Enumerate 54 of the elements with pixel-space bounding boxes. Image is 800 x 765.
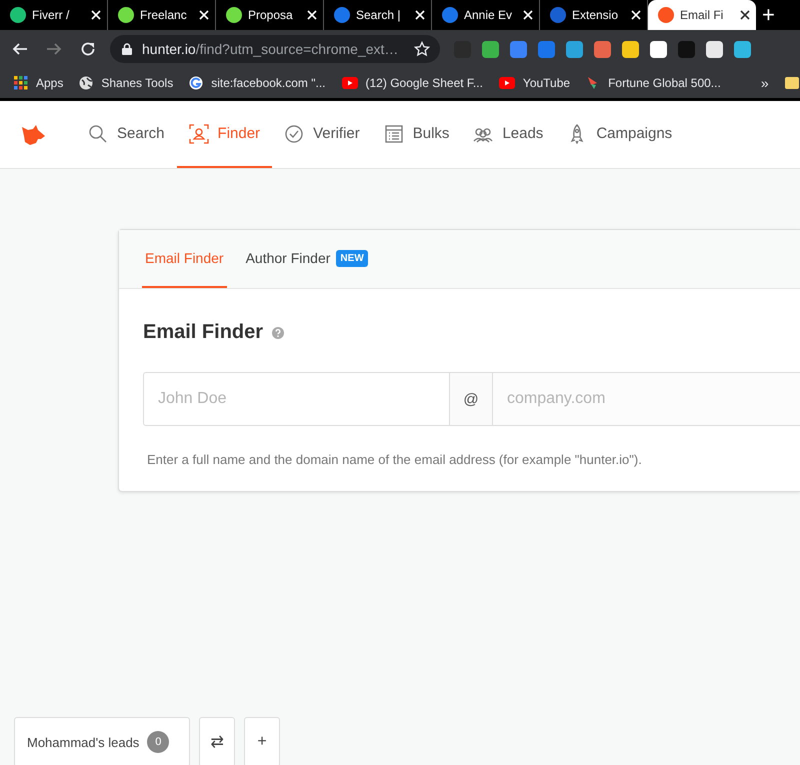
nav-item[interactable]: Campaigns (555, 101, 684, 168)
switch-button[interactable]: ⇄ (199, 717, 235, 765)
site-icon (550, 7, 566, 23)
site-icon (10, 7, 26, 23)
google-icon (189, 76, 204, 90)
nav-item[interactable]: Verifier (272, 101, 372, 168)
address-bar[interactable]: hunter.io/find?utm_source=chrome_ext… (110, 35, 440, 63)
bookmark[interactable]: Fortune Global 500... (586, 76, 721, 90)
fox-logo[interactable] (20, 124, 46, 146)
youtube-icon (342, 77, 358, 89)
nav-item[interactable]: Search (76, 101, 177, 168)
forward-icon[interactable] (46, 41, 62, 57)
browser-tab[interactable]: Email Fi (648, 0, 756, 30)
bookmark[interactable]: (12) Google Sheet F... (342, 76, 483, 90)
site-icon (118, 7, 134, 23)
site-icon (442, 7, 458, 23)
bookmark[interactable]: YouTube (498, 76, 570, 90)
name-field[interactable]: John Doe (143, 372, 449, 426)
site-icon (658, 7, 674, 23)
more-bookmarks-button[interactable]: » (760, 75, 769, 91)
nav-item[interactable]: Bulks (372, 101, 462, 168)
at-sign: @ (449, 372, 493, 426)
extension-icon[interactable] (734, 40, 751, 58)
bookmark[interactable]: site:facebook.com "... (189, 76, 326, 90)
apps-grid-icon (14, 76, 28, 90)
bookmark[interactable]: Apps (14, 76, 64, 90)
folder-icon[interactable] (784, 77, 799, 89)
leads-list-button[interactable]: Mohammad's leads 0 (14, 717, 190, 765)
person-frame-icon (188, 124, 209, 144)
domain-field[interactable]: company.com (493, 372, 800, 426)
extension-icon[interactable] (622, 40, 639, 58)
card-title: Email Finder (143, 321, 264, 344)
add-button[interactable]: + (244, 717, 280, 765)
new-badge: NEW (336, 250, 368, 266)
finder-tab[interactable]: Author Finder NEW (242, 230, 371, 288)
globe-icon (79, 76, 94, 90)
nav-item[interactable]: Leads (461, 101, 556, 168)
search-icon (88, 124, 108, 144)
site-icon (334, 7, 350, 23)
star-icon[interactable] (414, 41, 430, 57)
bookmark[interactable]: Shanes Tools (79, 76, 174, 90)
site-icon (226, 7, 242, 23)
help-text: Enter a full name and the domain name of the email address (for example "hunter.io"). (147, 452, 643, 467)
back-icon[interactable] (12, 41, 28, 57)
list-icon (384, 124, 404, 144)
close-icon[interactable] (740, 10, 750, 20)
reload-icon[interactable] (80, 41, 96, 57)
new-tab-button[interactable]: + (756, 0, 781, 30)
youtube-icon (498, 77, 515, 89)
lock-icon (122, 43, 132, 55)
extension-icon[interactable] (706, 40, 723, 58)
check-circle-icon (284, 124, 304, 144)
extension-icon[interactable] (650, 40, 667, 58)
count-badge: 0 (147, 731, 170, 753)
